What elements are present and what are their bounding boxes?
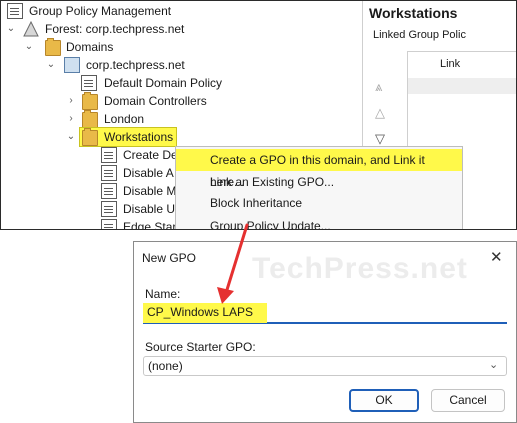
starter-gpo-select[interactable]: (none) ⌄: [143, 356, 507, 376]
context-menu: Create a GPO in this domain, and Link it…: [175, 146, 463, 229]
move-top-icon[interactable]: ⩓: [375, 79, 382, 95]
dialog-title: New GPO: [142, 251, 197, 265]
menu-item-gp-update[interactable]: Group Policy Update...: [176, 215, 462, 229]
column-header-link[interactable]: Link: [440, 58, 460, 70]
gpo-link-icon: [101, 147, 117, 163]
tree-child-label: Disable M: [123, 184, 177, 198]
starter-gpo-label: Source Starter GPO:: [145, 340, 256, 354]
menu-item-create-gpo[interactable]: Create a GPO in this domain, and Link it…: [176, 149, 462, 189]
move-up-icon[interactable]: △: [375, 105, 385, 121]
chevron-down-icon[interactable]: ⌄: [23, 38, 35, 56]
gpo-name-value: CP_Windows LAPS: [147, 305, 254, 319]
gpo-name-input[interactable]: CP_Windows LAPS: [143, 302, 507, 324]
ou-folder-icon: [82, 92, 98, 110]
tree-child-label: Disable A: [123, 166, 174, 180]
tree-child-label: Create De: [123, 148, 178, 162]
close-icon[interactable]: ✕: [490, 248, 503, 266]
ou-folder-icon: [82, 128, 98, 146]
details-title: Workstations: [369, 5, 458, 21]
watermark: TechPress.net: [252, 252, 468, 285]
gpmc-icon: [7, 3, 23, 19]
tree-domains-label: Domains: [66, 40, 114, 54]
starter-gpo-value: (none): [148, 359, 183, 373]
table-row[interactable]: [408, 78, 516, 94]
tree-item-label: Default Domain Policy: [104, 76, 223, 90]
tab-linked-gpos[interactable]: Linked Group Polic: [373, 29, 466, 41]
chevron-right-icon[interactable]: ›: [65, 92, 77, 110]
menu-item-block-inheritance[interactable]: Block Inheritance: [176, 192, 462, 214]
gpo-link-icon: [101, 219, 117, 229]
tree-child-label: Disable U: [123, 202, 176, 216]
gpmc-window: Group Policy Management ⌄ Forest: corp.t…: [0, 0, 517, 230]
gpo-link-icon: [101, 201, 117, 217]
chevron-down-icon[interactable]: ⌄: [489, 358, 498, 371]
tree-child-label: Edge Star: [123, 220, 177, 230]
folder-icon: [45, 38, 61, 56]
name-label: Name:: [145, 287, 181, 301]
domain-icon: [64, 57, 80, 73]
move-down-icon[interactable]: ▽: [375, 131, 385, 147]
chevron-down-icon[interactable]: ⌄: [5, 20, 17, 38]
chevron-down-icon[interactable]: ⌄: [65, 128, 77, 146]
tree-item-label: Domain Controllers: [104, 94, 207, 108]
forest-icon: [23, 21, 39, 37]
gpo-link-icon: [81, 75, 97, 91]
chevron-right-icon[interactable]: ›: [65, 110, 77, 128]
ok-button[interactable]: OK: [349, 389, 419, 412]
gpo-link-icon: [101, 165, 117, 181]
tree-root-label: Group Policy Management: [29, 4, 172, 18]
new-gpo-dialog: New GPO TechPress.net ✕ Name: CP_Windows…: [133, 241, 517, 423]
chevron-down-icon[interactable]: ⌄: [45, 56, 57, 74]
tree-domain-label: corp.techpress.net: [86, 58, 185, 72]
gpo-link-icon: [101, 183, 117, 199]
tree-item-label: Workstations: [104, 130, 174, 144]
tree-item-label: London: [104, 112, 145, 126]
tree-forest-label: Forest: corp.techpress.net: [45, 22, 185, 36]
ou-folder-icon: [82, 110, 98, 128]
menu-item-link-existing-gpo[interactable]: Link an Existing GPO...: [176, 171, 462, 193]
cancel-button[interactable]: Cancel: [431, 389, 505, 412]
